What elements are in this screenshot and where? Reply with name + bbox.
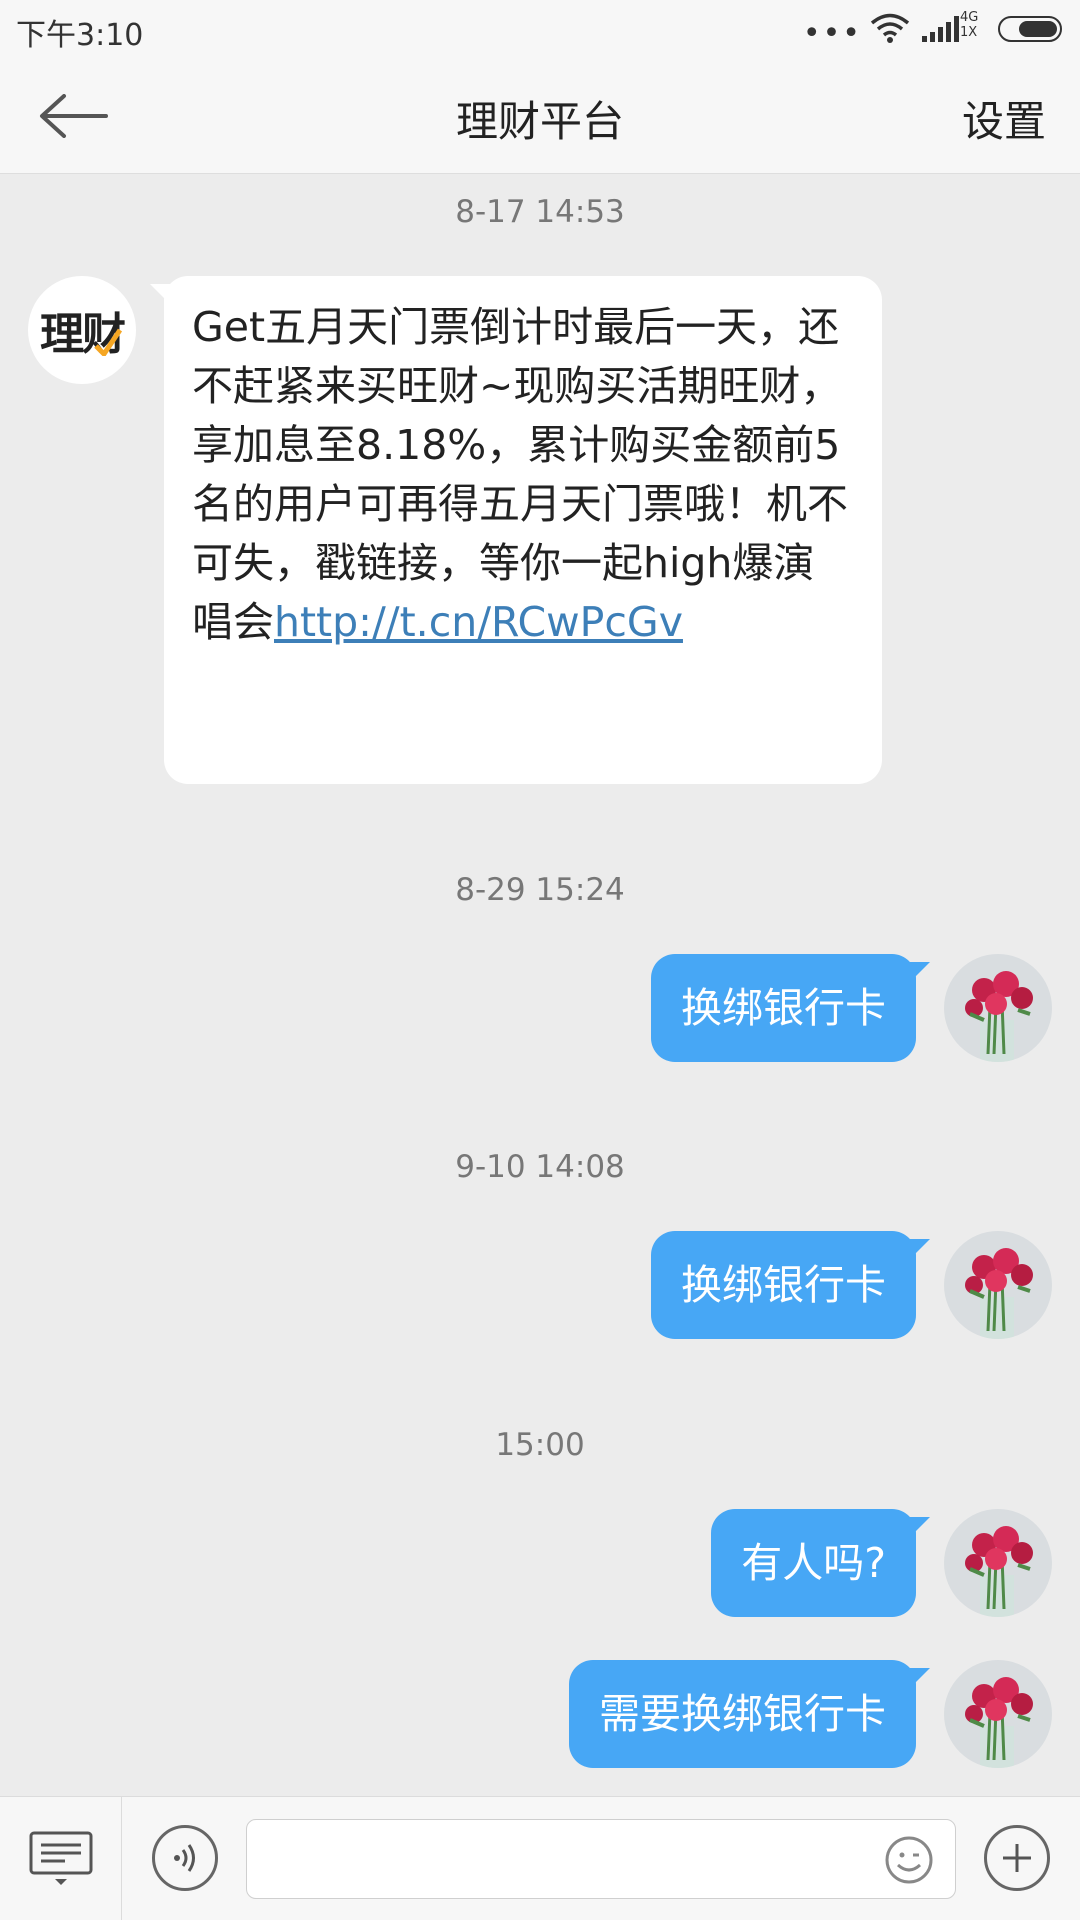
rose-avatar-image <box>944 1231 1052 1339</box>
battery-level <box>1019 21 1057 37</box>
navigation-bar: 理财平台 设置 <box>0 58 1080 174</box>
plus-icon <box>1003 1844 1031 1872</box>
status-time: 下午3:10 <box>16 18 144 53</box>
rose-avatar-image <box>944 1660 1052 1768</box>
input-bar <box>0 1796 1080 1920</box>
outgoing-message-bubble: 有人吗? <box>711 1509 930 1617</box>
user-avatar[interactable] <box>944 1509 1052 1617</box>
status-bar: 下午3:10 ••• 4G 1X <box>0 0 1080 58</box>
message-text: Get五月天门票倒计时最后一天，还不赶紧来买旺财~现购买活期旺财，享加息至8.1… <box>192 303 848 646</box>
network-type: 4G 1X <box>960 10 980 40</box>
outgoing-message-bubble: 换绑银行卡 <box>651 954 930 1062</box>
incoming-message-bubble: Get五月天门票倒计时最后一天，还不赶紧来买旺财~现购买活期旺财，享加息至8.1… <box>150 276 882 784</box>
message-timestamp: 15:00 <box>495 1427 585 1463</box>
outgoing-message-bubble: 换绑银行卡 <box>651 1231 930 1339</box>
voice-button[interactable] <box>152 1825 218 1891</box>
network-type-top: 4G <box>960 10 979 25</box>
message-timestamp: 8-29 15:24 <box>455 872 625 908</box>
official-account-avatar[interactable]: 理财 <box>28 276 136 384</box>
plus-button[interactable] <box>984 1825 1050 1891</box>
rose-avatar-image <box>944 1509 1052 1617</box>
message-timestamp: 8-17 14:53 <box>455 194 625 230</box>
message-link[interactable]: http://t.cn/RCwPcGv <box>274 598 683 646</box>
user-avatar[interactable] <box>944 1231 1052 1339</box>
outgoing-message-bubble: 需要换绑银行卡 <box>569 1660 930 1768</box>
page-title: 理财平台 <box>455 97 624 146</box>
user-avatar[interactable] <box>944 954 1052 1062</box>
keyboard-menu-icon <box>29 1831 92 1885</box>
emoji-button[interactable] <box>884 1835 934 1885</box>
message-input[interactable] <box>246 1819 956 1899</box>
network-type-bottom: 1X <box>960 25 978 40</box>
checkmark-logo-icon <box>94 328 122 356</box>
settings-button[interactable]: 设置 <box>962 88 1046 149</box>
more-dots-icon: ••• <box>802 16 862 51</box>
message-timestamp: 9-10 14:08 <box>455 1149 625 1185</box>
menu-toggle-button[interactable] <box>0 1797 122 1920</box>
user-avatar[interactable] <box>944 1660 1052 1768</box>
emoji-icon <box>885 1836 933 1884</box>
battery-icon <box>998 16 1062 42</box>
rose-avatar-image <box>944 954 1052 1062</box>
voice-icon <box>174 1844 195 1872</box>
wifi-icon <box>870 12 910 48</box>
signal-icon <box>922 14 962 48</box>
